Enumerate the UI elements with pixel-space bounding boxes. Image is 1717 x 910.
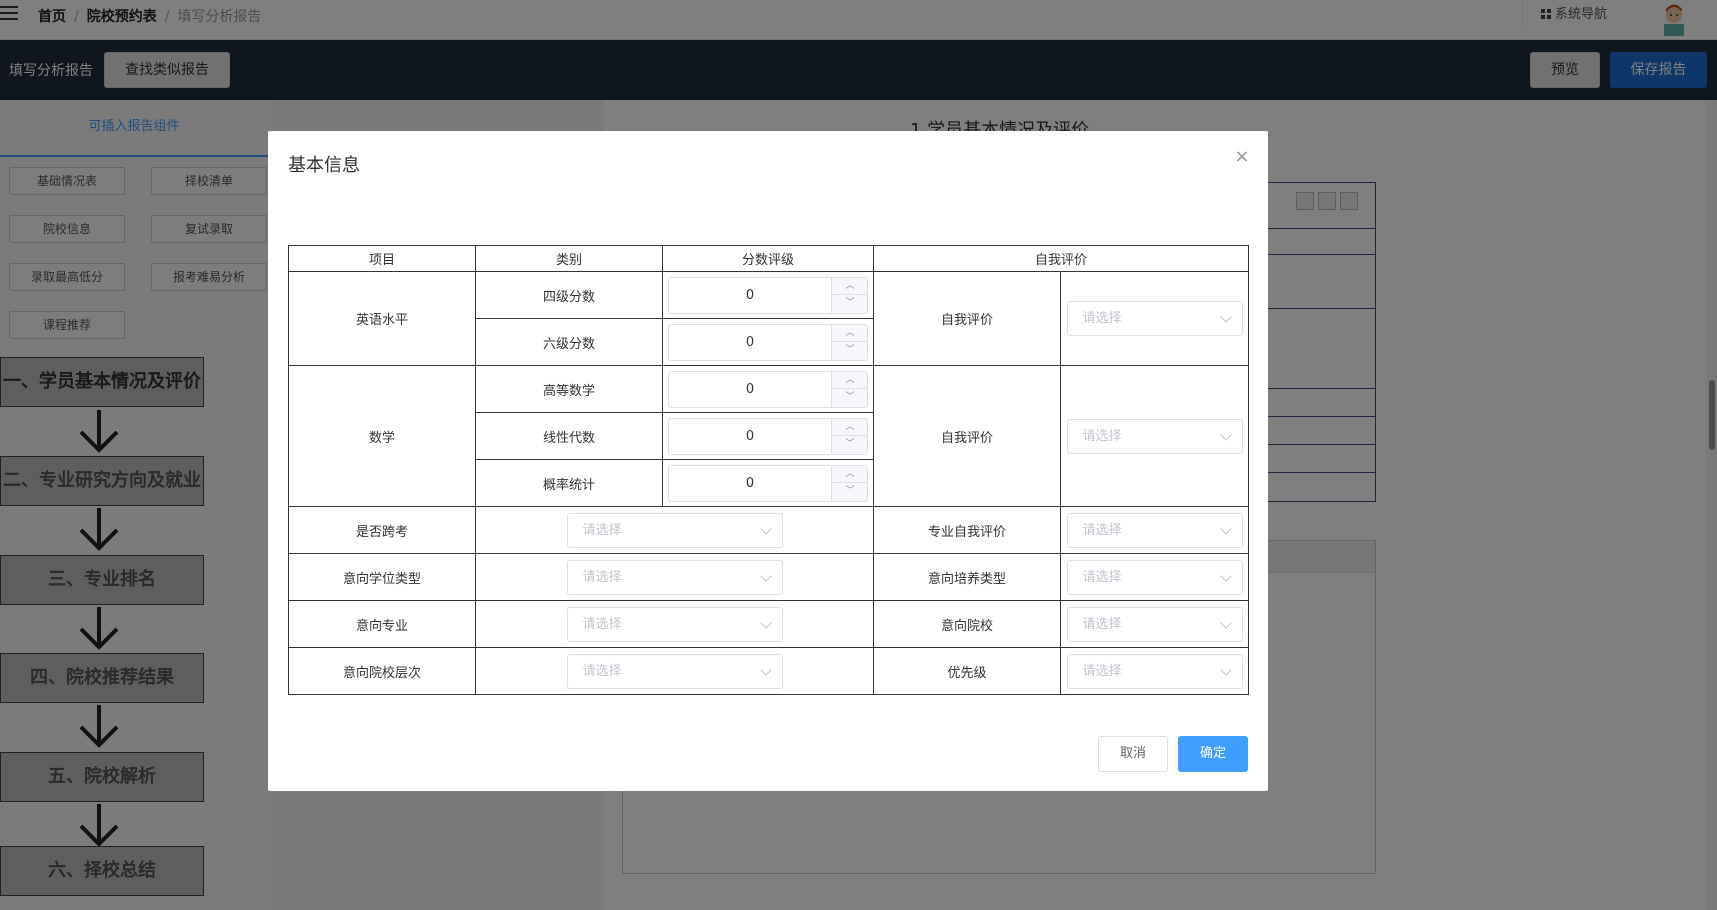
chevron-down-icon	[759, 522, 772, 535]
linear-algebra-input[interactable]: 0 ︿ ﹀	[668, 417, 868, 455]
cet6-label: 六级分数	[475, 318, 663, 366]
cet4-score-value[interactable]: 0	[669, 278, 831, 313]
decrement-icon[interactable]: ﹀	[832, 389, 868, 406]
advanced-math-value[interactable]: 0	[669, 372, 831, 407]
decrement-icon[interactable]: ﹀	[832, 342, 868, 359]
major-self-eval-select[interactable]: 请选择	[1066, 512, 1243, 548]
training-type-select[interactable]: 请选择	[1066, 559, 1243, 595]
header-category: 类别	[475, 245, 663, 272]
cancel-button[interactable]: 取消	[1098, 736, 1168, 772]
basic-info-table: 项目 类别 分数评级 自我评价 英语水平 四级分数 0 ︿﹀ 自我评价 请选择	[288, 245, 1250, 695]
chevron-down-icon	[759, 616, 772, 629]
degree-type-select[interactable]: 请选择	[566, 559, 783, 595]
english-self-eval-label: 自我评价	[873, 271, 1061, 366]
linear-algebra-value[interactable]: 0	[669, 419, 831, 454]
increment-icon[interactable]: ︿	[832, 419, 868, 436]
cet4-label: 四级分数	[475, 271, 663, 319]
select-placeholder: 请选择	[1082, 569, 1122, 585]
training-type-label: 意向培养类型	[873, 553, 1061, 601]
select-placeholder: 请选择	[1082, 663, 1122, 679]
decrement-icon[interactable]: ﹀	[832, 483, 868, 500]
confirm-button[interactable]: 确定	[1178, 736, 1248, 772]
decrement-icon[interactable]: ﹀	[832, 436, 868, 453]
cross-major-label: 是否跨考	[288, 506, 476, 554]
increment-icon[interactable]: ︿	[832, 278, 868, 295]
probability-label: 概率统计	[475, 459, 663, 507]
degree-type-label: 意向学位类型	[288, 553, 476, 601]
cross-major-select[interactable]: 请选择	[566, 512, 783, 548]
select-placeholder: 请选择	[582, 663, 622, 679]
select-placeholder: 请选择	[582, 616, 622, 632]
major-self-eval-label: 专业自我评价	[873, 506, 1061, 554]
increment-icon[interactable]: ︿	[832, 466, 868, 483]
decrement-icon[interactable]: ﹀	[832, 295, 868, 312]
chevron-down-icon	[1219, 522, 1232, 535]
chevron-down-icon	[1219, 428, 1232, 441]
school-level-select[interactable]: 请选择	[566, 653, 783, 689]
select-placeholder: 请选择	[1082, 616, 1122, 632]
cet6-score-value[interactable]: 0	[669, 325, 831, 360]
english-self-eval-select[interactable]: 请选择	[1066, 301, 1243, 336]
priority-label: 优先级	[873, 647, 1061, 695]
math-self-eval-label: 自我评价	[873, 365, 1061, 507]
chevron-down-icon	[759, 663, 772, 676]
intended-school-label: 意向院校	[873, 600, 1061, 648]
cet6-score-input[interactable]: 0 ︿ ﹀	[668, 323, 868, 361]
intended-school-select[interactable]: 请选择	[1066, 606, 1243, 642]
chevron-down-icon	[1219, 569, 1232, 582]
intended-major-select[interactable]: 请选择	[566, 606, 783, 642]
increment-icon[interactable]: ︿	[832, 372, 868, 389]
cet4-score-input[interactable]: 0 ︿ ﹀	[668, 276, 868, 314]
chevron-down-icon	[759, 569, 772, 582]
chevron-down-icon	[1219, 616, 1232, 629]
close-icon[interactable]: ×	[1232, 147, 1252, 167]
basic-info-dialog: 基本信息 × 项目 类别 分数评级 自我评价 英语水平 四级分数 0 ︿ ﹀ 自我…	[268, 131, 1268, 791]
increment-icon[interactable]: ︿	[832, 325, 868, 342]
math-label: 数学	[288, 365, 476, 507]
math-self-eval-select[interactable]: 请选择	[1066, 418, 1243, 454]
select-placeholder: 请选择	[582, 522, 622, 538]
advanced-math-input[interactable]: 0 ︿ ﹀	[668, 370, 868, 408]
header-item: 项目	[288, 245, 476, 272]
school-level-label: 意向院校层次	[288, 647, 476, 695]
probability-input[interactable]: 0 ︿ ﹀	[668, 464, 868, 502]
intended-major-label: 意向专业	[288, 600, 476, 648]
linear-algebra-label: 线性代数	[475, 412, 663, 460]
english-self-eval-placeholder: 请选择	[1082, 311, 1122, 326]
select-placeholder: 请选择	[1082, 522, 1122, 538]
priority-select[interactable]: 请选择	[1066, 653, 1243, 689]
header-self-evaluation: 自我评价	[872, 245, 1250, 272]
select-placeholder: 请选择	[582, 569, 622, 585]
header-score-rating: 分数评级	[662, 245, 874, 272]
dialog-title: 基本信息	[288, 155, 360, 176]
chevron-down-icon	[1219, 663, 1232, 676]
advanced-math-label: 高等数学	[475, 365, 663, 413]
probability-value[interactable]: 0	[669, 466, 831, 501]
math-self-eval-placeholder: 请选择	[1082, 428, 1122, 444]
chevron-down-icon	[1219, 311, 1232, 323]
english-label: 英语水平	[288, 271, 476, 366]
